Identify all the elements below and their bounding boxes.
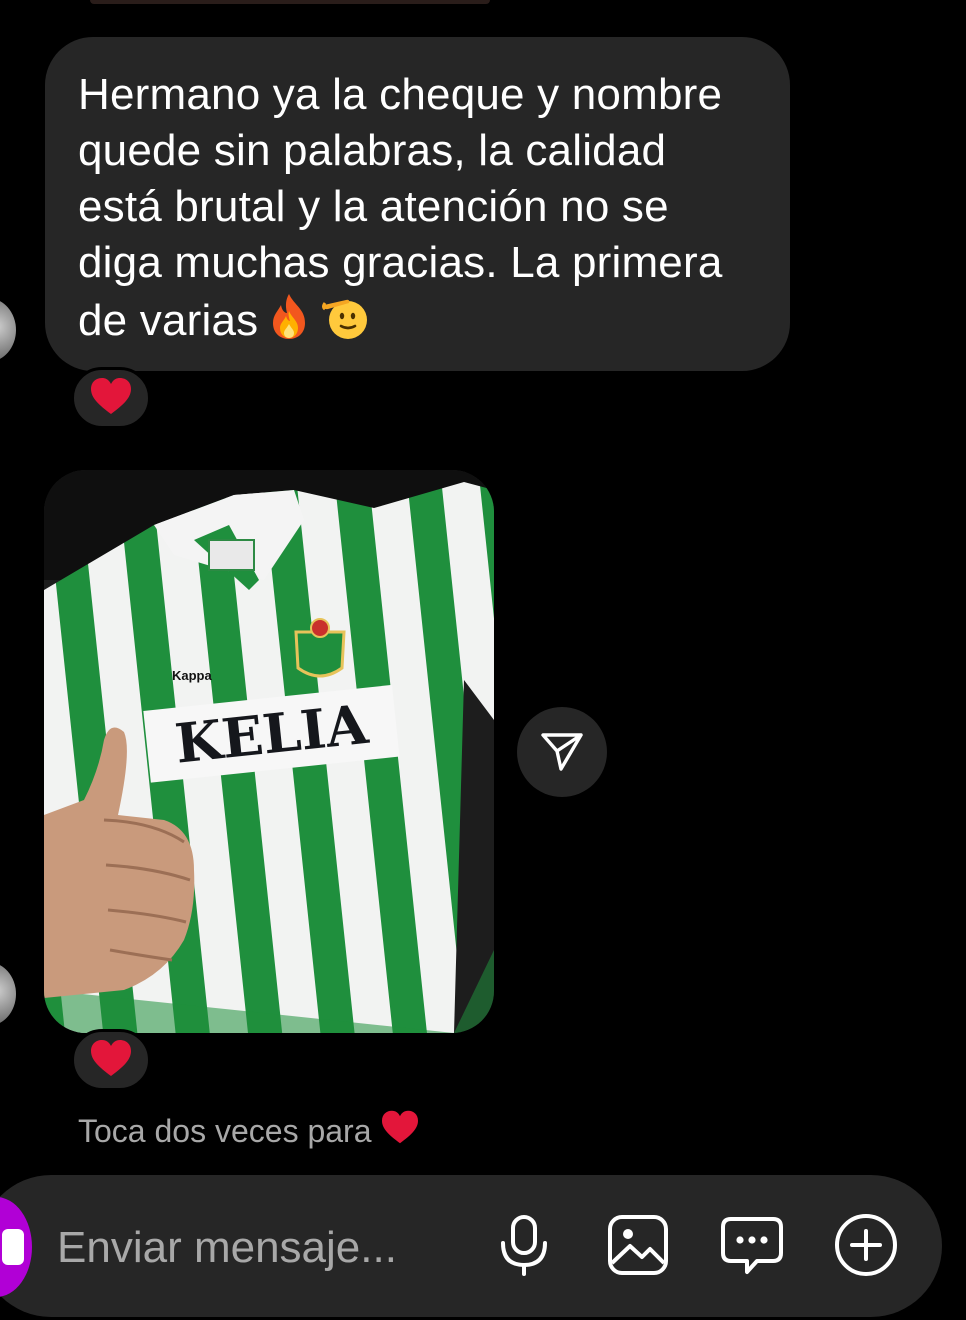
sender-avatar[interactable] bbox=[0, 298, 16, 362]
previous-message-edge bbox=[90, 0, 490, 4]
fire-emoji bbox=[264, 291, 314, 355]
message-text: Hermano ya la cheque y nombre quede sin … bbox=[78, 67, 758, 355]
heart-icon bbox=[380, 1109, 420, 1153]
message-bubble[interactable]: Hermano ya la cheque y nombre quede sin … bbox=[45, 37, 790, 371]
sender-avatar[interactable] bbox=[0, 962, 16, 1026]
share-button[interactable] bbox=[517, 707, 607, 797]
gallery-button[interactable] bbox=[603, 1212, 673, 1282]
heart-reaction[interactable] bbox=[71, 1029, 151, 1091]
saluting-face-emoji bbox=[320, 291, 370, 355]
microphone-button[interactable] bbox=[489, 1212, 559, 1282]
plus-icon bbox=[833, 1212, 899, 1283]
heart-icon bbox=[89, 376, 133, 421]
gallery-icon bbox=[606, 1213, 670, 1282]
message-input[interactable] bbox=[57, 1218, 477, 1278]
microphone-icon bbox=[496, 1213, 552, 1282]
jersey-photo[interactable]: Kappa KELIA bbox=[44, 470, 494, 1033]
send-icon bbox=[539, 727, 585, 778]
plus-button[interactable] bbox=[831, 1212, 901, 1282]
double-tap-hint: Toca dos veces para bbox=[78, 1109, 420, 1153]
sticker-icon bbox=[719, 1213, 785, 1282]
heart-icon bbox=[89, 1038, 133, 1083]
sticker-button[interactable] bbox=[717, 1212, 787, 1282]
hint-text: Toca dos veces para bbox=[78, 1112, 372, 1149]
heart-reaction[interactable] bbox=[71, 367, 151, 429]
kappa-logo: Kappa bbox=[172, 668, 213, 683]
